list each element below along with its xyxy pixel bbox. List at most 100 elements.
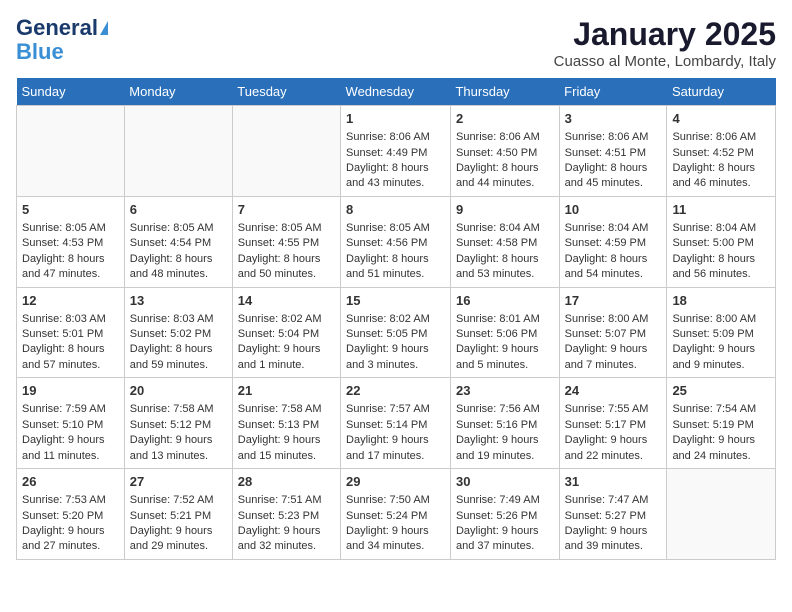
day-number: 10 xyxy=(565,201,662,219)
day-info: Sunset: 5:07 PM xyxy=(565,327,662,342)
day-info: Sunrise: 8:05 AM xyxy=(238,221,335,236)
day-info: Sunset: 5:24 PM xyxy=(346,509,445,524)
day-number: 25 xyxy=(672,382,770,400)
calendar-cell: 9Sunrise: 8:04 AMSunset: 4:58 PMDaylight… xyxy=(450,196,559,287)
day-number: 2 xyxy=(456,110,554,128)
day-header-tuesday: Tuesday xyxy=(232,78,340,106)
day-info: Daylight: 9 hours and 29 minutes. xyxy=(130,524,227,555)
day-info: Sunset: 5:00 PM xyxy=(672,236,770,251)
day-info: Sunset: 4:49 PM xyxy=(346,146,445,161)
calendar-cell: 31 Sunrise: 7:47 AMSunset: 5:27 PMDayligh… xyxy=(559,469,667,560)
day-number: 28 xyxy=(238,473,335,491)
day-header-monday: Monday xyxy=(124,78,232,106)
calendar-cell: 27Sunrise: 7:52 AMSunset: 5:21 PMDayligh… xyxy=(124,469,232,560)
day-number: 16 xyxy=(456,292,554,310)
day-number: 5 xyxy=(22,201,119,219)
calendar-cell: 20Sunrise: 7:58 AMSunset: 5:12 PMDayligh… xyxy=(124,378,232,469)
day-info: Sunrise: 8:03 AM xyxy=(130,312,227,327)
day-info: Daylight: 9 hours and 34 minutes. xyxy=(346,524,445,555)
day-number: 13 xyxy=(130,292,227,310)
calendar-cell: 4Sunrise: 8:06 AMSunset: 4:52 PMDaylight… xyxy=(667,106,776,197)
day-info: Daylight: 9 hours and 13 minutes. xyxy=(130,433,227,464)
day-info: Sunrise: 8:00 AM xyxy=(672,312,770,327)
day-number: 14 xyxy=(238,292,335,310)
day-info: Daylight: 9 hours and 39 minutes. xyxy=(565,524,662,555)
day-info: Sunrise: 8:06 AM xyxy=(456,130,554,145)
day-info: Sunset: 4:52 PM xyxy=(672,146,770,161)
day-info: Sunrise: 8:04 AM xyxy=(672,221,770,236)
day-info: Sunset: 5:02 PM xyxy=(130,327,227,342)
day-number: 15 xyxy=(346,292,445,310)
day-info: Daylight: 9 hours and 3 minutes. xyxy=(346,342,445,373)
day-info: Daylight: 9 hours and 19 minutes. xyxy=(456,433,554,464)
day-number: 4 xyxy=(672,110,770,128)
day-info: Sunset: 4:58 PM xyxy=(456,236,554,251)
day-header-sunday: Sunday xyxy=(17,78,125,106)
day-info: Sunset: 5:27 PM xyxy=(565,509,662,524)
day-info: Daylight: 8 hours and 44 minutes. xyxy=(456,161,554,192)
logo-icon xyxy=(100,21,108,35)
day-info: Sunset: 5:21 PM xyxy=(130,509,227,524)
day-info: Daylight: 9 hours and 5 minutes. xyxy=(456,342,554,373)
day-info: Sunset: 5:05 PM xyxy=(346,327,445,342)
page-header: General Blue January 2025 Cuasso al Mont… xyxy=(16,16,776,70)
day-info: Daylight: 9 hours and 1 minute. xyxy=(238,342,335,373)
day-info: Sunset: 5:26 PM xyxy=(456,509,554,524)
calendar-cell: 16 Sunrise: 8:01 AMSunset: 5:06 PMDayligh… xyxy=(450,287,559,378)
calendar-cell: 8Sunrise: 8:05 AMSunset: 4:56 PMDaylight… xyxy=(341,196,451,287)
day-info: Sunrise: 7:47 AM xyxy=(565,493,662,508)
day-number: 8 xyxy=(346,201,445,219)
day-number: 6 xyxy=(130,201,227,219)
day-info: Sunrise: 7:56 AM xyxy=(456,402,554,417)
day-number: 20 xyxy=(130,382,227,400)
day-info: Daylight: 8 hours and 57 minutes. xyxy=(22,342,119,373)
day-info: Sunrise: 7:50 AM xyxy=(346,493,445,508)
day-info: Sunset: 5:19 PM xyxy=(672,418,770,433)
day-info: Sunset: 4:56 PM xyxy=(346,236,445,251)
calendar-cell: 6Sunrise: 8:05 AMSunset: 4:54 PMDaylight… xyxy=(124,196,232,287)
calendar-table: SundayMondayTuesdayWednesdayThursdayFrid… xyxy=(16,78,776,560)
day-number: 24 xyxy=(565,382,662,400)
calendar-cell: 19Sunrise: 7:59 AMSunset: 5:10 PMDayligh… xyxy=(17,378,125,469)
day-number: 1 xyxy=(346,110,445,128)
day-info: Sunrise: 7:49 AM xyxy=(456,493,554,508)
calendar-cell: 15Sunrise: 8:02 AMSunset: 5:05 PMDayligh… xyxy=(341,287,451,378)
day-info: Daylight: 9 hours and 11 minutes. xyxy=(22,433,119,464)
calendar-cell: 26Sunrise: 7:53 AMSunset: 5:20 PMDayligh… xyxy=(17,469,125,560)
day-header-wednesday: Wednesday xyxy=(341,78,451,106)
week-row-3: 12Sunrise: 8:03 AMSunset: 5:01 PMDayligh… xyxy=(17,287,776,378)
calendar-cell xyxy=(17,106,125,197)
day-info: Daylight: 9 hours and 7 minutes. xyxy=(565,342,662,373)
calendar-cell: 5Sunrise: 8:05 AMSunset: 4:53 PMDaylight… xyxy=(17,196,125,287)
calendar-cell: 29Sunrise: 7:50 AMSunset: 5:24 PMDayligh… xyxy=(341,469,451,560)
day-info: Sunrise: 8:05 AM xyxy=(22,221,119,236)
day-info: Sunrise: 8:04 AM xyxy=(565,221,662,236)
day-info: Sunset: 5:06 PM xyxy=(456,327,554,342)
day-info: Sunset: 5:09 PM xyxy=(672,327,770,342)
day-info: Sunset: 5:16 PM xyxy=(456,418,554,433)
location: Cuasso al Monte, Lombardy, Italy xyxy=(554,53,776,70)
header-row: SundayMondayTuesdayWednesdayThursdayFrid… xyxy=(17,78,776,106)
logo: General Blue xyxy=(16,16,108,64)
day-info: Sunrise: 7:59 AM xyxy=(22,402,119,417)
day-number: 18 xyxy=(672,292,770,310)
day-number: 31 xyxy=(565,473,662,491)
calendar-cell: 30Sunrise: 7:49 AMSunset: 5:26 PMDayligh… xyxy=(450,469,559,560)
day-info: Sunrise: 7:57 AM xyxy=(346,402,445,417)
day-info: Daylight: 9 hours and 22 minutes. xyxy=(565,433,662,464)
title-section: January 2025 Cuasso al Monte, Lombardy, … xyxy=(554,16,776,70)
calendar-cell: 10Sunrise: 8:04 AMSunset: 4:59 PMDayligh… xyxy=(559,196,667,287)
logo-text-blue: Blue xyxy=(16,40,64,64)
day-info: Sunrise: 7:54 AM xyxy=(672,402,770,417)
day-number: 17 xyxy=(565,292,662,310)
day-number: 7 xyxy=(238,201,335,219)
week-row-1: 1 Sunrise: 8:06 AM Sunset: 4:49 PM Daylight… xyxy=(17,106,776,197)
day-number: 21 xyxy=(238,382,335,400)
calendar-cell: 17Sunrise: 8:00 AMSunset: 5:07 PMDayligh… xyxy=(559,287,667,378)
day-number: 23 xyxy=(456,382,554,400)
day-info: Sunrise: 8:01 AM xyxy=(456,312,554,327)
day-number: 11 xyxy=(672,201,770,219)
day-info: Sunrise: 8:03 AM xyxy=(22,312,119,327)
day-info: Sunset: 5:13 PM xyxy=(238,418,335,433)
day-info: Sunset: 5:20 PM xyxy=(22,509,119,524)
